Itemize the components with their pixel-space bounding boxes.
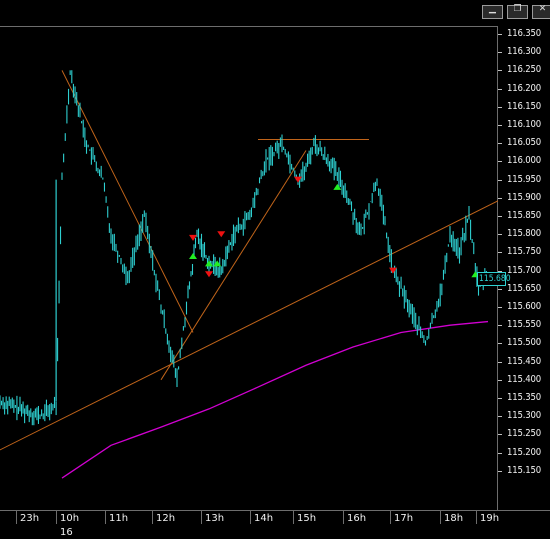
price-tick-label: 116.050 (507, 137, 541, 149)
sell-signal-arrow (205, 271, 213, 278)
price-tick-label: 115.850 (507, 210, 541, 221)
close-icon: ✕ (538, 4, 547, 14)
time-separator (476, 511, 477, 524)
price-tick-label: 116.300 (507, 46, 541, 58)
price-tick (498, 325, 502, 327)
price-tick (498, 197, 502, 199)
price-tick-label: 116.150 (507, 100, 541, 112)
price-tick (498, 34, 502, 35)
price-tick (498, 143, 502, 145)
price-tick-label: 116.350 (507, 28, 541, 39)
window-titlebar: ▁ ❐ ✕ (0, 0, 550, 26)
time-tick-label: 10h (60, 513, 80, 524)
price-tick-label: 115.450 (507, 355, 541, 367)
buy-signal-arrow (189, 253, 197, 260)
time-tick-label: 23h (20, 513, 40, 524)
price-tick-label: 115.950 (507, 173, 541, 185)
time-separator (16, 511, 17, 524)
time-separator (440, 511, 441, 524)
close-button[interactable]: ✕ (532, 4, 550, 19)
price-tick-label: 115.400 (507, 373, 541, 385)
price-tick (498, 52, 502, 54)
time-tick-label: 17h (394, 513, 414, 524)
date-label: 16 (60, 527, 73, 538)
current-price-label: 115.680 (477, 272, 511, 286)
price-axis[interactable]: 116.350 116.300 116.250 116.200 116.150 116.1… (498, 26, 550, 510)
time-tick-label: 14h (254, 513, 274, 524)
price-tick (498, 234, 502, 236)
time-axis[interactable]: 16 23h 10h 11h 12h 13h 14h 15h 16h 17h 18h 19h (0, 510, 550, 539)
minimize-icon: ▁ (489, 4, 496, 14)
price-tick-label: 115.200 (507, 446, 541, 458)
restore-icon: ❐ (513, 4, 522, 14)
price-tick (498, 307, 502, 308)
time-separator (152, 511, 153, 524)
price-tick-label: 116.000 (507, 155, 541, 167)
price-tick (498, 361, 502, 363)
price-tick-label: 115.600 (507, 301, 541, 312)
price-tick-label: 115.900 (507, 191, 541, 203)
price-tick (498, 125, 502, 126)
price-tick (498, 379, 502, 381)
trendline-0 (61, 70, 194, 333)
time-tick-label: 18h (444, 513, 464, 524)
price-tick (498, 398, 502, 399)
price-tick (498, 470, 502, 472)
price-tick (498, 288, 502, 290)
price-tick-label: 115.800 (507, 228, 541, 240)
restore-button[interactable]: ❐ (507, 4, 528, 19)
time-separator (250, 511, 251, 524)
price-tick (498, 252, 502, 254)
price-tick-label: 115.350 (507, 392, 541, 403)
price-tick-label: 116.200 (507, 82, 541, 94)
time-tick-label: 16h (347, 513, 367, 524)
price-chart[interactable] (0, 26, 498, 510)
price-tick-label: 115.500 (507, 337, 541, 349)
time-separator (293, 511, 294, 524)
price-tick-label: 115.150 (507, 464, 541, 476)
price-tick-label: 115.750 (507, 246, 541, 258)
price-tick-label: 116.100 (507, 119, 541, 130)
price-tick (498, 179, 502, 181)
price-tick (498, 88, 502, 90)
price-tick (498, 434, 502, 436)
price-tick-label: 116.250 (507, 64, 541, 76)
price-tick-label: 115.650 (507, 282, 541, 294)
price-tick (498, 416, 502, 418)
price-tick-label: 115.700 (507, 264, 541, 276)
price-tick-label: 115.300 (507, 410, 541, 422)
moving-average-line (61, 320, 489, 479)
price-tick-label: 115.550 (507, 319, 541, 331)
time-separator (56, 511, 57, 524)
price-tick (498, 106, 502, 108)
minimize-button[interactable]: ▁ (482, 4, 503, 19)
time-separator (390, 511, 391, 524)
time-separator (343, 511, 344, 524)
price-tick (498, 452, 502, 454)
time-tick-label: 12h (156, 513, 176, 524)
price-tick (498, 216, 502, 217)
time-tick-label: 15h (297, 513, 317, 524)
price-tick (498, 161, 502, 163)
time-separator (201, 511, 202, 524)
trendline-1 (160, 150, 307, 381)
price-series (0, 70, 487, 426)
sell-signal-arrow (217, 231, 226, 238)
time-tick-label: 19h (480, 513, 500, 524)
price-tick (498, 343, 502, 345)
time-tick-label: 11h (109, 513, 129, 524)
time-separator (105, 511, 106, 524)
price-tick-label: 115.250 (507, 428, 541, 440)
time-tick-label: 13h (205, 513, 225, 524)
price-tick (498, 70, 502, 72)
